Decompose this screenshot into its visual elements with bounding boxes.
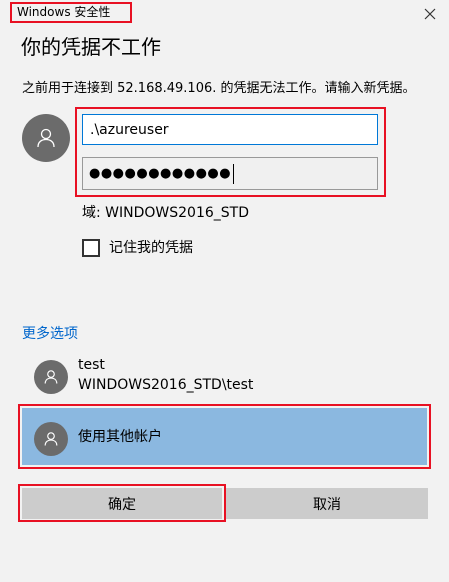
text-caret bbox=[233, 163, 235, 184]
remember-label: 记住我的凭据 bbox=[109, 240, 193, 256]
account-avatar bbox=[34, 360, 68, 394]
password-mask: ●●●●●●●●●●●● bbox=[89, 166, 232, 181]
close-button[interactable] bbox=[418, 2, 442, 26]
cancel-button[interactable]: 取消 bbox=[226, 488, 428, 519]
credential-dialog: Windows 安全性 你的凭据不工作 之前用于连接到 52.168.49.10… bbox=[0, 0, 449, 582]
checkbox-icon[interactable] bbox=[82, 239, 100, 257]
use-other-account-label: 使用其他帐户 bbox=[78, 429, 162, 445]
dialog-message: 之前用于连接到 52.168.49.106. 的凭据无法工作。请输入新凭据。 bbox=[22, 81, 416, 96]
more-options-link[interactable]: 更多选项 bbox=[22, 325, 78, 343]
account-name: test bbox=[78, 357, 105, 373]
account-item-test[interactable]: test WINDOWS2016_STD\test bbox=[22, 352, 432, 398]
user-avatar bbox=[22, 114, 70, 162]
remember-credentials-checkbox[interactable]: 记住我的凭据 bbox=[82, 239, 193, 257]
user-icon bbox=[44, 432, 58, 446]
account-domain-user: WINDOWS2016_STD\test bbox=[78, 377, 254, 393]
close-icon bbox=[424, 8, 436, 20]
account-avatar bbox=[34, 422, 68, 456]
page-title: 你的凭据不工作 bbox=[21, 35, 161, 59]
ok-button[interactable]: 确定 bbox=[22, 488, 222, 519]
username-field[interactable] bbox=[82, 114, 378, 145]
password-field[interactable]: ●●●●●●●●●●●● bbox=[82, 157, 378, 190]
user-icon bbox=[44, 370, 58, 384]
user-icon bbox=[37, 128, 55, 148]
use-other-account-item[interactable]: 使用其他帐户 bbox=[22, 408, 427, 465]
window-title: Windows 安全性 bbox=[17, 5, 111, 19]
domain-label: 域: WINDOWS2016_STD bbox=[82, 205, 249, 221]
